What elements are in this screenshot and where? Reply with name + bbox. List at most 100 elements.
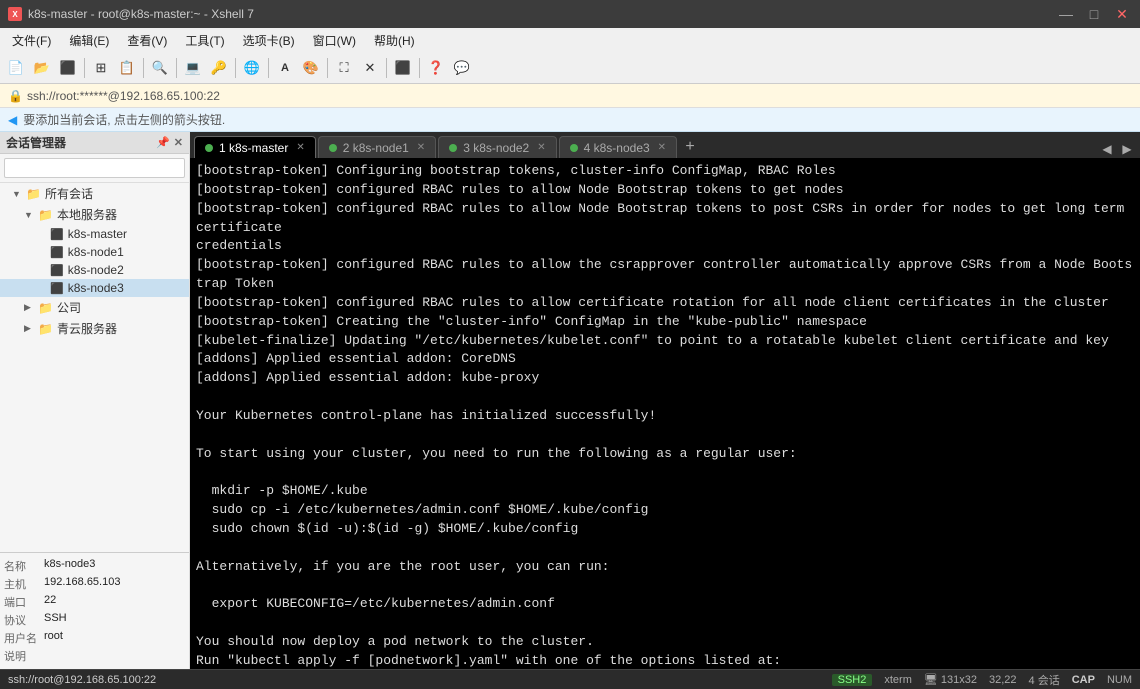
expand-company-icon: ▶ xyxy=(24,302,34,313)
toolbar-search-btn[interactable]: 🔍 xyxy=(148,56,172,80)
sidebar-label-local: 本地服务器 xyxy=(57,206,117,223)
toolbar-btn-x[interactable]: ✕ xyxy=(358,56,382,80)
tab-close-3[interactable]: ✕ xyxy=(537,142,545,153)
sidebar-item-local-servers[interactable]: ▼ 📁 本地服务器 xyxy=(0,204,189,225)
status-sessions: 4 会话 xyxy=(1029,672,1060,688)
tab-dot-4 xyxy=(570,144,578,152)
sidebar-title: 会话管理器 xyxy=(6,134,66,151)
ssh-address[interactable]: ssh://root:******@192.168.65.100:22 xyxy=(27,89,220,103)
sidebar-item-k8s-master[interactable]: ⬛ k8s-master xyxy=(0,225,189,243)
toolbar-sep1 xyxy=(84,58,85,78)
tab-close-2[interactable]: ✕ xyxy=(417,142,425,153)
title-bar: X k8s-master - root@k8s-master:~ - Xshel… xyxy=(0,0,1140,28)
close-button[interactable]: ✕ xyxy=(1112,7,1132,21)
tab-k8s-node3[interactable]: 4 k8s-node3 ✕ xyxy=(559,136,677,158)
toolbar-paste-btn[interactable]: 📋 xyxy=(115,56,139,80)
sidebar-label-k8s-node1: k8s-node1 xyxy=(68,245,124,259)
menu-edit[interactable]: 编辑(E) xyxy=(61,30,117,51)
sidebar-label-all-sessions: 所有会话 xyxy=(45,185,93,202)
expand-local-icon: ▼ xyxy=(24,210,34,220)
toolbar-session-btn[interactable]: 💻 xyxy=(181,56,205,80)
server-k8s-node1-icon: ⬛ xyxy=(50,246,64,259)
sidebar-header: 会话管理器 📌 ✕ xyxy=(0,132,189,154)
status-term-type: xterm xyxy=(884,674,912,686)
toolbar-sep5 xyxy=(268,58,269,78)
sidebar-search-input[interactable] xyxy=(4,158,185,178)
sidebar-close-icon[interactable]: ✕ xyxy=(174,136,183,149)
sidebar-item-qingyun[interactable]: ▶ 📁 青云服务器 xyxy=(0,318,189,339)
sidebar-label-k8s-master: k8s-master xyxy=(68,227,127,241)
folder-local-icon: 📁 xyxy=(38,208,53,222)
tab-close-4[interactable]: ✕ xyxy=(658,142,666,153)
toolbar-key-btn[interactable]: 🔑 xyxy=(207,56,231,80)
folder-company-icon: 📁 xyxy=(38,301,53,315)
sidebar: 会话管理器 📌 ✕ ▼ 📁 所有会话 ▼ 📁 本地服务器 xyxy=(0,132,190,669)
folder-all-sessions-icon: 📁 xyxy=(26,187,41,201)
menu-tools[interactable]: 工具(T) xyxy=(177,30,232,51)
minimize-button[interactable]: — xyxy=(1056,7,1076,21)
sidebar-item-k8s-node1[interactable]: ⬛ k8s-node1 xyxy=(0,243,189,261)
tab-k8s-master[interactable]: 1 k8s-master ✕ xyxy=(194,136,316,158)
session-info-panel: 名称 k8s-node3 主机 192.168.65.103 端口 22 协议 … xyxy=(0,552,189,669)
menu-tabs[interactable]: 选项卡(B) xyxy=(235,30,303,51)
toolbar-new-btn[interactable]: 📄 xyxy=(4,56,28,80)
sidebar-item-k8s-node3[interactable]: ⬛ k8s-node3 xyxy=(0,279,189,297)
menu-help[interactable]: 帮助(H) xyxy=(366,30,423,51)
sidebar-item-company[interactable]: ▶ 📁 公司 xyxy=(0,297,189,318)
toolbar-sep4 xyxy=(235,58,236,78)
tab-label-4: 4 k8s-node3 xyxy=(584,141,650,155)
toolbar-copy-btn[interactable]: ⊞ xyxy=(89,56,113,80)
app-icon: X xyxy=(8,7,22,21)
session-port-label: 端口 xyxy=(4,594,40,610)
menu-bar: 文件(F) 编辑(E) 查看(V) 工具(T) 选项卡(B) 窗口(W) 帮助(… xyxy=(0,28,1140,52)
sidebar-label-company: 公司 xyxy=(57,299,81,316)
sidebar-item-all-sessions[interactable]: ▼ 📁 所有会话 xyxy=(0,183,189,204)
session-name-label: 名称 xyxy=(4,558,40,574)
expand-qingyun-icon: ▶ xyxy=(24,323,34,334)
session-protocol-value: SSH xyxy=(44,612,67,628)
server-k8s-node2-icon: ⬛ xyxy=(50,264,64,277)
tab-dot-3 xyxy=(449,144,457,152)
sidebar-pin-icon[interactable]: 📌 xyxy=(156,136,170,149)
folder-qingyun-icon: 📁 xyxy=(38,322,53,336)
toolbar-help-btn[interactable]: ❓ xyxy=(424,56,448,80)
terminal-area: 1 k8s-master ✕ 2 k8s-node1 ✕ 3 k8s-node2… xyxy=(190,132,1140,669)
menu-view[interactable]: 查看(V) xyxy=(119,30,175,51)
menu-file[interactable]: 文件(F) xyxy=(4,30,59,51)
session-user-value: root xyxy=(44,630,63,646)
terminal-output[interactable]: [bootstrap-token] Configuring bootstrap … xyxy=(190,158,1140,669)
sidebar-label-k8s-node2: k8s-node2 xyxy=(68,263,124,277)
toolbar-sep7 xyxy=(386,58,387,78)
tab-add-button[interactable]: + xyxy=(679,136,701,158)
toolbar-btn3[interactable]: ⬛ xyxy=(56,56,80,80)
ssh-lock-icon: 🔒 xyxy=(8,89,23,103)
session-host-label: 主机 xyxy=(4,576,40,592)
toolbar-chat-btn[interactable]: 💬 xyxy=(450,56,474,80)
notification-icon: ◀ xyxy=(8,113,17,127)
tab-bar: 1 k8s-master ✕ 2 k8s-node1 ✕ 3 k8s-node2… xyxy=(190,132,1140,158)
server-k8s-node3-icon: ⬛ xyxy=(50,282,64,295)
sidebar-item-k8s-node2[interactable]: ⬛ k8s-node2 xyxy=(0,261,189,279)
menu-window[interactable]: 窗口(W) xyxy=(305,30,364,51)
status-bar: ssh://root@192.168.65.100:22 SSH2 xterm … xyxy=(0,669,1140,689)
tab-dot-2 xyxy=(329,144,337,152)
tab-next-button[interactable]: ▶ xyxy=(1118,140,1136,158)
toolbar-color-btn[interactable]: 🎨 xyxy=(299,56,323,80)
toolbar-transfer-btn[interactable]: 🌐 xyxy=(240,56,264,80)
toolbar-layout-btn[interactable]: ⬛ xyxy=(391,56,415,80)
server-k8s-master-icon: ⬛ xyxy=(50,228,64,241)
toolbar-screen-btn[interactable]: ⛶ xyxy=(332,56,356,80)
session-protocol-label: 协议 xyxy=(4,612,40,628)
status-num: NUM xyxy=(1107,674,1132,686)
maximize-button[interactable]: □ xyxy=(1084,7,1104,21)
status-ssh-version: SSH2 xyxy=(832,674,873,686)
tab-label-3: 3 k8s-node2 xyxy=(463,141,529,155)
toolbar-open-btn[interactable]: 📂 xyxy=(30,56,54,80)
tab-prev-button[interactable]: ◀ xyxy=(1098,140,1116,158)
tab-k8s-node2[interactable]: 3 k8s-node2 ✕ xyxy=(438,136,556,158)
notification-bar: ◀ 要添加当前会话, 点击左侧的箭头按钮. xyxy=(0,108,1140,132)
expand-all-sessions-icon: ▼ xyxy=(12,189,22,199)
toolbar-font-btn[interactable]: A xyxy=(273,56,297,80)
tab-k8s-node1[interactable]: 2 k8s-node1 ✕ xyxy=(318,136,436,158)
tab-close-1[interactable]: ✕ xyxy=(296,142,304,153)
